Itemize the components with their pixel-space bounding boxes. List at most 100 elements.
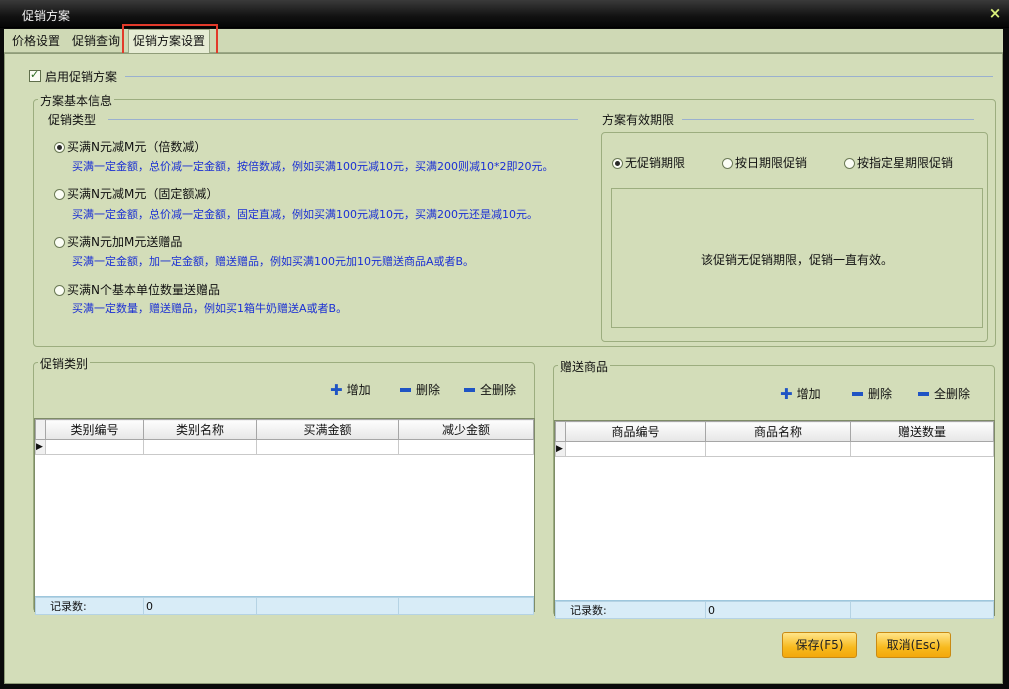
radio-icon[interactable] — [54, 285, 65, 296]
minus-icon — [464, 387, 475, 392]
minus-icon — [918, 391, 929, 396]
delete-all-label: 全删除 — [934, 387, 971, 401]
table-cell[interactable] — [705, 441, 851, 457]
category-add-button[interactable]: ✚ 增加 — [330, 381, 371, 398]
validity-message: 该促销无促销期限，促销一直有效。 — [700, 253, 893, 267]
column-header[interactable]: 商品编号 — [565, 421, 706, 442]
column-header[interactable]: 减少金额 — [398, 419, 534, 440]
category-delete-all-button[interactable]: 全删除 — [464, 381, 516, 398]
check-icon: ✓ — [30, 68, 40, 81]
table-cell[interactable] — [565, 441, 706, 457]
category-table-grid: 类别编号 类别名称 买满金额 减少金额 ▶ — [35, 419, 534, 455]
gift-table[interactable]: 商品编号 商品名称 赠送数量 ▶ 记录数: 0 — [554, 420, 995, 619]
option-full-reduce-fixed[interactable]: 买满N元减M元（固定额减） — [54, 185, 218, 202]
gift-table-grid: 商品编号 商品名称 赠送数量 ▶ — [555, 421, 994, 457]
row-pointer-icon: ▶ — [555, 441, 566, 457]
close-icon[interactable]: × — [987, 4, 1003, 22]
category-footer-grid: 记录数: 0 — [35, 597, 534, 615]
settings-panel: ✓ 启用促销方案 方案基本信息 促销类型 买满N元减M元（倍数减） 买满一定金额… — [4, 53, 1003, 684]
option-description: 买满一定金额，总价减一定金额，按倍数减，例如买满100元减10元，买满200则减… — [72, 160, 554, 173]
option-label: 无促销期限 — [625, 156, 686, 170]
radio-icon[interactable] — [54, 142, 65, 153]
category-delete-button[interactable]: 删除 — [400, 381, 440, 398]
save-button[interactable]: 保存(F5) — [782, 632, 857, 658]
option-by-date[interactable]: 按日期限促销 — [722, 154, 807, 171]
add-label: 增加 — [796, 387, 821, 401]
option-by-weekday[interactable]: 按指定星期限促销 — [844, 154, 953, 171]
promotion-window: 促销方案 × 价格设置 促销查询 促销方案设置 ✓ 启用促销方案 方案基本信息 … — [0, 0, 1009, 689]
column-header[interactable]: 类别名称 — [143, 419, 257, 440]
radio-icon[interactable] — [54, 237, 65, 248]
column-header[interactable]: 买满金额 — [256, 419, 399, 440]
table-cell[interactable] — [143, 439, 257, 455]
validity-group: 无促销期限 按日期限促销 按指定星期限促销 该促销无促销期限，促销一直有效。 — [601, 132, 988, 342]
cancel-button[interactable]: 取消(Esc) — [876, 632, 951, 658]
table-row[interactable]: ▶ — [35, 439, 534, 455]
gift-title: 赠送商品 — [558, 358, 611, 375]
enable-promotion-label: 启用促销方案 — [45, 69, 118, 84]
table-cell[interactable] — [45, 439, 144, 455]
table-header-row: 商品编号 商品名称 赠送数量 — [555, 421, 994, 442]
validity-title: 方案有效期限 — [602, 113, 675, 127]
delete-all-label: 全删除 — [480, 383, 517, 397]
radio-icon[interactable] — [54, 189, 65, 200]
gift-group: 赠送商品 ✚ 增加 删除 全删除 商品编号 商品名称 赠送数量 ▶ 记录数: 0 — [553, 358, 995, 619]
table-cell[interactable] — [256, 439, 399, 455]
tab-promotion-query[interactable]: 促销查询 — [72, 32, 120, 52]
divider-line — [125, 76, 993, 77]
option-full-reduce-multiple[interactable]: 买满N元减M元（倍数减） — [54, 138, 206, 155]
category-title: 促销类别 — [38, 355, 91, 372]
category-group: 促销类别 ✚ 增加 删除 全删除 类别编号 类别名称 买满金额 减少金额 ▶ 记… — [33, 355, 535, 615]
tab-price-settings[interactable]: 价格设置 — [12, 32, 60, 52]
option-label: 买满N元加M元送赠品 — [67, 235, 183, 249]
column-header[interactable]: 赠送数量 — [850, 421, 994, 442]
category-table[interactable]: 类别编号 类别名称 买满金额 减少金额 ▶ 记录数: 0 — [34, 418, 535, 615]
active-tab-highlight — [122, 24, 218, 55]
option-label: 买满N个基本单位数量送赠品 — [67, 283, 220, 297]
radio-icon[interactable] — [612, 158, 623, 169]
option-label: 买满N元减M元（倍数减） — [67, 140, 207, 154]
option-no-limit[interactable]: 无促销期限 — [612, 154, 685, 171]
delete-label: 删除 — [868, 387, 893, 401]
table-cell[interactable] — [850, 441, 994, 457]
enable-promotion-checkbox[interactable]: ✓ — [29, 68, 41, 82]
gift-delete-button[interactable]: 删除 — [852, 385, 892, 402]
record-count-value: 0 — [143, 597, 257, 615]
table-cell[interactable] — [398, 439, 534, 455]
column-header[interactable]: 商品名称 — [705, 421, 851, 442]
record-count-value: 0 — [705, 601, 851, 619]
table-row[interactable]: ▶ — [555, 441, 994, 457]
minus-icon — [400, 387, 411, 392]
validity-detail-box: 该促销无促销期限，促销一直有效。 — [611, 188, 983, 328]
plus-icon: ✚ — [330, 380, 343, 399]
enable-promotion-row[interactable]: ✓ 启用促销方案 — [29, 68, 117, 84]
record-count-label: 记录数: — [35, 597, 144, 615]
column-header[interactable]: 类别编号 — [45, 419, 144, 440]
radio-icon[interactable] — [844, 158, 855, 169]
footer-cell — [398, 597, 534, 615]
row-header-corner — [555, 421, 566, 442]
option-label: 按日期限促销 — [735, 156, 808, 170]
option-full-add-gift[interactable]: 买满N元加M元送赠品 — [54, 233, 182, 250]
gift-footer: 记录数: 0 — [555, 600, 994, 619]
row-pointer-icon: ▶ — [35, 439, 46, 455]
option-quantity-gift[interactable]: 买满N个基本单位数量送赠品 — [54, 281, 220, 298]
basic-info-title: 方案基本信息 — [38, 92, 115, 109]
footer-cell — [256, 597, 399, 615]
promotion-type-title: 促销类型 — [48, 113, 97, 127]
radio-icon[interactable] — [722, 158, 733, 169]
gift-delete-all-button[interactable]: 全删除 — [918, 385, 970, 402]
divider-line — [682, 119, 974, 120]
option-description: 买满一定数量，赠送赠品，例如买1箱牛奶赠送A或者B。 — [72, 302, 348, 315]
category-footer: 记录数: 0 — [35, 596, 534, 615]
basic-info-group: 方案基本信息 促销类型 买满N元减M元（倍数减） 买满一定金额，总价减一定金额，… — [33, 92, 996, 347]
option-description: 买满一定金额，总价减一定金额，固定直减，例如买满100元减10元，买满200元还… — [72, 208, 538, 221]
window-title: 促销方案 — [22, 9, 71, 23]
footer-cell — [850, 601, 994, 619]
plus-icon: ✚ — [780, 384, 793, 403]
row-header-corner — [35, 419, 46, 440]
option-description: 买满一定金额，加一定金额，赠送赠品，例如买满100元加10元赠送商品A或者B。 — [72, 255, 475, 268]
gift-footer-grid: 记录数: 0 — [555, 601, 994, 619]
record-count-label: 记录数: — [555, 601, 706, 619]
gift-add-button[interactable]: ✚ 增加 — [780, 385, 821, 402]
